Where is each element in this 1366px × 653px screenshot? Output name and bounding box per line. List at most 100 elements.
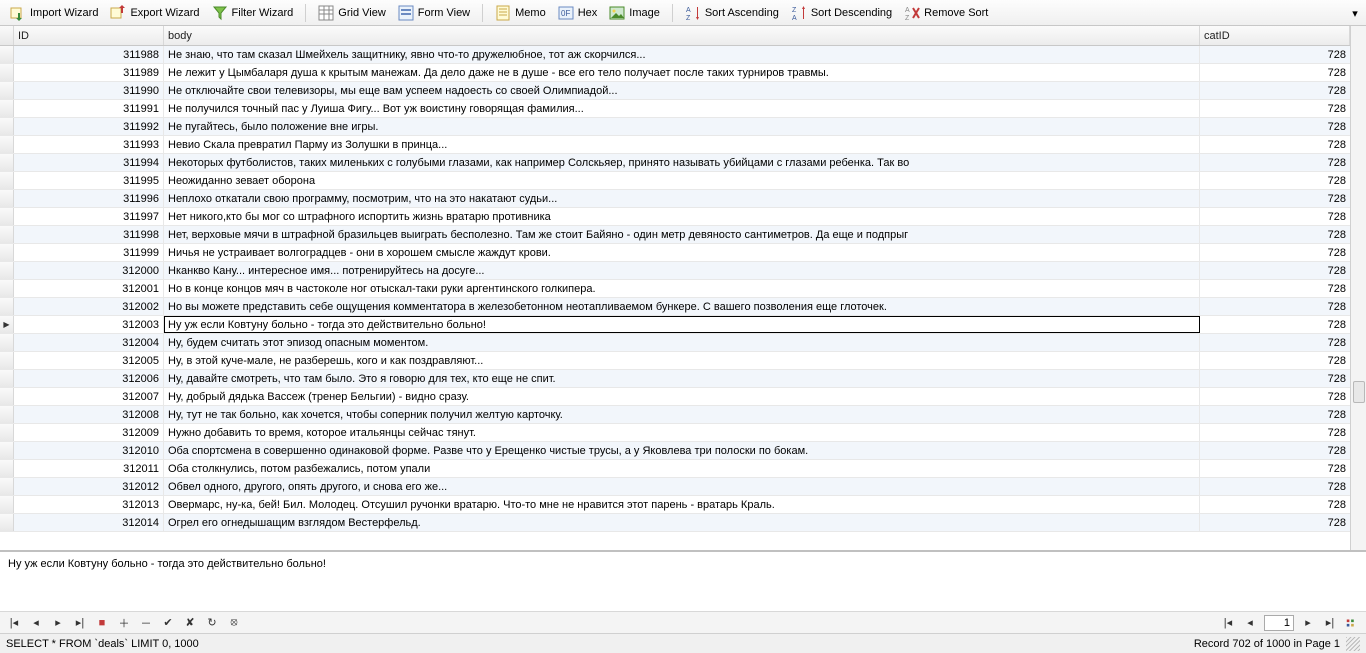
cell-catid[interactable]: 728 [1200, 298, 1350, 315]
cell-body[interactable]: Овермарс, ну-ка, бей! Бил. Молодец. Отсу… [164, 496, 1200, 513]
cell-catid[interactable]: 728 [1200, 118, 1350, 135]
cell-id[interactable]: 311996 [14, 190, 164, 207]
cell-body[interactable]: Невио Скала превратил Парму из Золушки в… [164, 136, 1200, 153]
cell-body[interactable]: Ну, в этой куче-мале, не разберешь, кого… [164, 352, 1200, 369]
table-row[interactable]: 312013Овермарс, ну-ка, бей! Бил. Молодец… [0, 496, 1350, 514]
cell-body[interactable]: Ну, давайте смотреть, что там было. Это … [164, 370, 1200, 387]
cell-body[interactable]: Обвел одного, другого, опять другого, и … [164, 478, 1200, 495]
cell-id[interactable]: 311999 [14, 244, 164, 261]
cell-catid[interactable]: 728 [1200, 226, 1350, 243]
cell-catid[interactable]: 728 [1200, 352, 1350, 369]
cell-id[interactable]: 312013 [14, 496, 164, 513]
cell-catid[interactable]: 728 [1200, 370, 1350, 387]
image-button[interactable]: Image [603, 3, 666, 23]
table-row[interactable]: 311996Неплохо откатали свою программу, п… [0, 190, 1350, 208]
cell-id[interactable]: 312014 [14, 514, 164, 531]
page-prev-button[interactable]: ◂ [1242, 615, 1258, 631]
cell-catid[interactable]: 728 [1200, 172, 1350, 189]
form-view-button[interactable]: Form View [392, 3, 476, 23]
cell-catid[interactable]: 728 [1200, 280, 1350, 297]
table-row[interactable]: 312005Ну, в этой куче-мале, не разберешь… [0, 352, 1350, 370]
cell-body[interactable]: Нет, верховые мячи в штрафной бразильцев… [164, 226, 1200, 243]
cell-catid[interactable]: 728 [1200, 316, 1350, 333]
cell-id[interactable]: 311997 [14, 208, 164, 225]
cell-id[interactable]: 312010 [14, 442, 164, 459]
cell-body[interactable]: Не знаю, что там сказал Шмейхель защитни… [164, 46, 1200, 63]
scrollbar-thumb[interactable] [1353, 381, 1365, 403]
table-row[interactable]: 312008Ну, тут не так больно, как хочется… [0, 406, 1350, 424]
cell-catid[interactable]: 728 [1200, 190, 1350, 207]
toolbar-overflow-button[interactable]: ▾ [1348, 4, 1362, 22]
cell-body[interactable]: Некоторых футболистов, таких миленьких с… [164, 154, 1200, 171]
cell-id[interactable]: 311994 [14, 154, 164, 171]
page-first-button[interactable]: |◂ [1220, 615, 1236, 631]
row-header[interactable] [0, 514, 14, 531]
cell-catid[interactable]: 728 [1200, 46, 1350, 63]
memo-pane[interactable]: Ну уж если Ковтуну больно - тогда это де… [0, 551, 1366, 611]
nav-add-button[interactable]: ＋ [116, 615, 132, 631]
table-row[interactable]: 311988Не знаю, что там сказал Шмейхель з… [0, 46, 1350, 64]
cell-body[interactable]: Но в конце концов мяч в частоколе ног от… [164, 280, 1200, 297]
cell-id[interactable]: 311989 [14, 64, 164, 81]
cell-catid[interactable]: 728 [1200, 244, 1350, 261]
table-row[interactable]: 312010Оба спортсмена в совершенно одинак… [0, 442, 1350, 460]
cell-catid[interactable]: 728 [1200, 82, 1350, 99]
cell-id[interactable]: 311992 [14, 118, 164, 135]
row-header[interactable] [0, 460, 14, 477]
table-row[interactable]: 312009Нужно добавить то время, которое и… [0, 424, 1350, 442]
resize-grip[interactable] [1346, 637, 1360, 651]
row-header[interactable] [0, 298, 14, 315]
data-grid[interactable]: ID body catID 311988Не знаю, что там ска… [0, 26, 1350, 550]
cell-id[interactable]: 311993 [14, 136, 164, 153]
table-row[interactable]: 312006Ну, давайте смотреть, что там было… [0, 370, 1350, 388]
remove-sort-button[interactable]: AZ Remove Sort [898, 3, 994, 23]
nav-cancel-button[interactable]: ✘ [182, 615, 198, 631]
table-row[interactable]: 311997Нет никого,кто бы мог со штрафного… [0, 208, 1350, 226]
page-last-button[interactable]: ▸| [1322, 615, 1338, 631]
cell-catid[interactable]: 728 [1200, 514, 1350, 531]
cell-body[interactable]: Не пугайтесь, было положение вне игры. [164, 118, 1200, 135]
cell-id[interactable]: 311995 [14, 172, 164, 189]
nav-delete-button[interactable]: － [138, 615, 154, 631]
row-header[interactable] [0, 442, 14, 459]
table-row[interactable]: 311994Некоторых футболистов, таких милен… [0, 154, 1350, 172]
sort-asc-button[interactable]: AZ Sort Ascending [679, 3, 785, 23]
cell-catid[interactable]: 728 [1200, 208, 1350, 225]
cell-catid[interactable]: 728 [1200, 100, 1350, 117]
cell-body[interactable]: Ничья не устраивает волгоградцев - они в… [164, 244, 1200, 261]
cell-id[interactable]: 312005 [14, 352, 164, 369]
cell-id[interactable]: 312001 [14, 280, 164, 297]
cell-catid[interactable]: 728 [1200, 424, 1350, 441]
sort-desc-button[interactable]: ZA Sort Descending [785, 3, 898, 23]
cell-catid[interactable]: 728 [1200, 406, 1350, 423]
cell-id[interactable]: 312003 [14, 316, 164, 333]
cell-catid[interactable]: 728 [1200, 334, 1350, 351]
row-header[interactable] [0, 280, 14, 297]
row-header[interactable] [0, 208, 14, 225]
table-row[interactable]: 312001Но в конце концов мяч в частоколе … [0, 280, 1350, 298]
row-header[interactable] [0, 136, 14, 153]
row-header[interactable] [0, 352, 14, 369]
table-row[interactable]: 312012Обвел одного, другого, опять друго… [0, 478, 1350, 496]
row-header[interactable] [0, 496, 14, 513]
nav-commit-button[interactable]: ✔ [160, 615, 176, 631]
nav-first-button[interactable]: |◂ [6, 615, 22, 631]
row-header[interactable] [0, 226, 14, 243]
column-header-catid[interactable]: catID [1200, 26, 1350, 45]
table-row[interactable]: 312002Но вы можете представить себе ощущ… [0, 298, 1350, 316]
cell-id[interactable]: 312012 [14, 478, 164, 495]
table-row[interactable]: 311991Не получился точный пас у Луиша Фи… [0, 100, 1350, 118]
cell-body[interactable]: Нет никого,кто бы мог со штрафного испор… [164, 208, 1200, 225]
cell-id[interactable]: 312006 [14, 370, 164, 387]
cell-catid[interactable]: 728 [1200, 154, 1350, 171]
nav-prev-button[interactable]: ◂ [28, 615, 44, 631]
cell-id[interactable]: 311988 [14, 46, 164, 63]
row-header[interactable] [0, 388, 14, 405]
cell-catid[interactable]: 728 [1200, 136, 1350, 153]
cell-body[interactable]: Ну уж если Ковтуну больно - тогда это де… [164, 316, 1200, 333]
cell-id[interactable]: 312008 [14, 406, 164, 423]
hex-button[interactable]: 0F Hex [552, 3, 604, 23]
grid-body[interactable]: 311988Не знаю, что там сказал Шмейхель з… [0, 46, 1350, 550]
cell-body[interactable]: Оба спортсмена в совершенно одинаковой ф… [164, 442, 1200, 459]
cell-id[interactable]: 312000 [14, 262, 164, 279]
